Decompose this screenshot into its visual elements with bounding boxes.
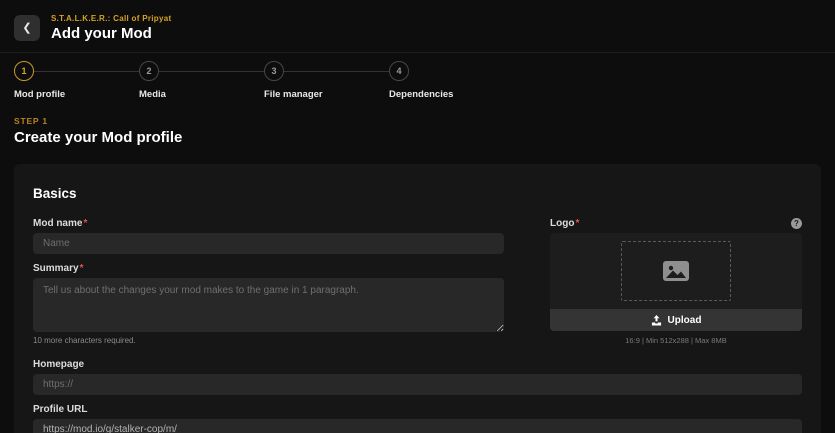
profile-url-input[interactable] <box>33 419 802 433</box>
step-connector <box>159 70 264 72</box>
homepage-field-group: Homepage <box>33 359 802 395</box>
required-asterisk: * <box>83 218 88 229</box>
upload-button-label: Upload <box>667 314 702 326</box>
step-label: Media <box>139 89 166 100</box>
homepage-label: Homepage <box>33 359 85 370</box>
step-connector <box>284 70 389 72</box>
basics-card: Basics Mod name* Summary* 10 more charac… <box>14 164 821 433</box>
logo-dropzone[interactable] <box>550 233 802 309</box>
help-icon[interactable]: ? <box>791 218 802 229</box>
step-circle-3[interactable]: 3 <box>264 61 284 81</box>
summary-field-group: Summary* 10 more characters required. <box>33 263 504 345</box>
stepper-step-dependencies: 4 Dependencies <box>389 60 453 100</box>
required-asterisk: * <box>575 218 580 229</box>
mod-name-field-group: Mod name* <box>33 218 504 254</box>
mod-name-input[interactable] <box>33 233 504 254</box>
step-heading: STEP 1 Create your Mod profile <box>0 100 835 146</box>
header: ❮ S.T.A.L.K.E.R.: Call of Pripyat Add yo… <box>0 0 835 53</box>
back-button[interactable]: ❮ <box>14 15 40 41</box>
summary-label: Summary* <box>33 263 84 274</box>
required-asterisk: * <box>79 263 84 274</box>
profile-url-field-group: Profile URL <box>33 404 802 433</box>
step-label: File manager <box>264 89 323 100</box>
summary-textarea[interactable] <box>33 278 504 332</box>
logo-requirements-text: 16:9 | Min 512x288 | Max 8MB <box>625 336 727 345</box>
stepper-step-media: 2 Media <box>139 60 264 100</box>
homepage-input[interactable] <box>33 374 802 395</box>
stepper-step-file-manager: 3 File manager <box>264 60 389 100</box>
step-title: Create your Mod profile <box>14 129 183 146</box>
basics-left-column: Mod name* Summary* 10 more characters re… <box>33 218 504 354</box>
step-circle-2[interactable]: 2 <box>139 61 159 81</box>
step-eyebrow: STEP 1 <box>14 116 48 126</box>
logo-label: Logo* <box>550 218 580 229</box>
profile-url-label: Profile URL <box>33 404 88 415</box>
upload-icon <box>651 314 661 325</box>
step-label: Dependencies <box>389 89 454 100</box>
logo-upload-card: Upload <box>550 233 802 331</box>
logo-dropzone-target <box>621 241 731 301</box>
step-connector <box>34 70 139 72</box>
game-title: S.T.A.L.K.E.R.: Call of Pripyat <box>51 14 172 23</box>
page-title: Add your Mod <box>51 25 152 42</box>
summary-helper-text: 10 more characters required. <box>33 336 136 345</box>
chevron-left-icon: ❮ <box>22 21 32 34</box>
step-circle-4[interactable]: 4 <box>389 61 409 81</box>
upload-button[interactable]: Upload <box>550 309 802 331</box>
header-titles: S.T.A.L.K.E.R.: Call of Pripyat Add your… <box>51 14 171 42</box>
step-label: Mod profile <box>14 89 66 100</box>
step-circle-1[interactable]: 1 <box>14 61 34 81</box>
logo-column: Logo* ? Upload 16:9 | Min 512x288 | Max … <box>550 218 802 354</box>
mod-name-label: Mod name* <box>33 218 88 229</box>
image-icon <box>663 261 689 281</box>
wizard-stepper: 1 Mod profile 2 Media 3 File manager 4 D… <box>0 53 835 100</box>
basics-section-title: Basics <box>33 186 77 201</box>
stepper-step-mod-profile: 1 Mod profile <box>14 60 139 100</box>
